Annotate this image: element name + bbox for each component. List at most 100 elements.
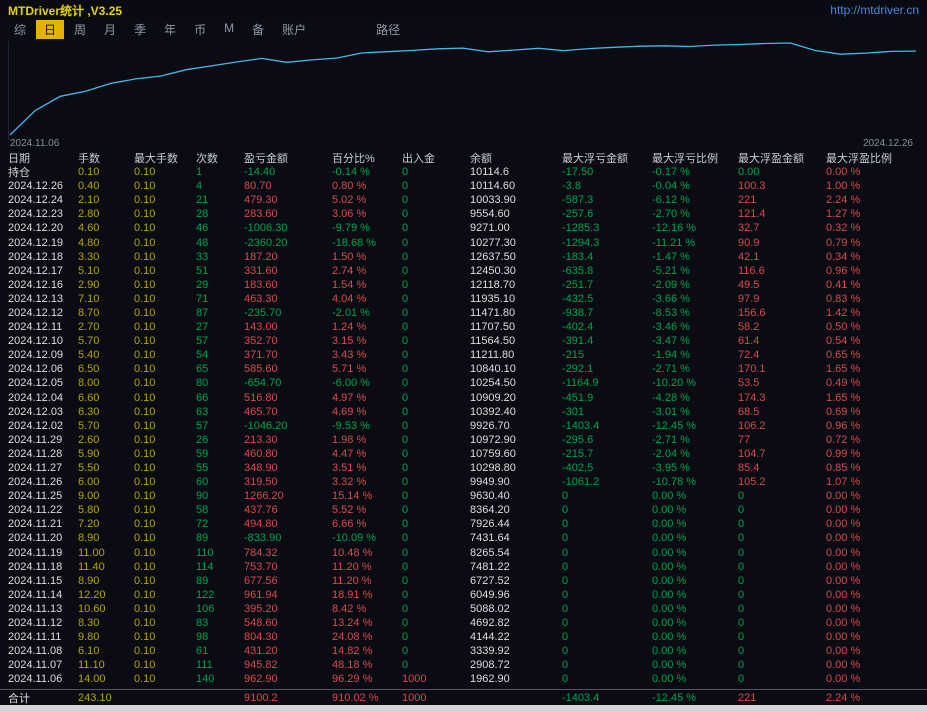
- table-row[interactable]: 2024.12.162.900.1029183.601.54 %012118.7…: [0, 278, 927, 292]
- cell-pct: 1.54 %: [332, 279, 402, 291]
- cell-pct: 1.24 %: [332, 321, 402, 333]
- cell-pct: -9.79 %: [332, 222, 402, 234]
- table-row[interactable]: 2024.11.158.900.1089677.5611.20 %06727.5…: [0, 574, 927, 588]
- cell-balance: 4144.22: [470, 631, 562, 643]
- cell-max_lots: 0.10: [134, 321, 196, 333]
- cell-max_float_profit_pct: 0.50 %: [826, 321, 927, 333]
- cell-max_float_profit: 121.4: [738, 208, 826, 220]
- table-row[interactable]: 2024.11.217.200.1072494.806.66 %07926.44…: [0, 517, 927, 531]
- table-row[interactable]: 持仓0.100.101-14.40-0.14 %010114.6-17.50-0…: [0, 165, 927, 179]
- cell-max_lots: 0.10: [134, 617, 196, 629]
- cell-pct: 3.43 %: [332, 349, 402, 361]
- cell-pnl: 945.82: [244, 659, 332, 671]
- menu-items: 综日周月季年币M备账户: [6, 20, 316, 39]
- cell-pnl: -1046.20: [244, 420, 332, 432]
- table-row[interactable]: 2024.12.036.300.1063465.704.69 %010392.4…: [0, 405, 927, 419]
- table-row[interactable]: 2024.11.0614.000.10140962.9096.29 %10001…: [0, 672, 927, 686]
- menu-item[interactable]: 年: [156, 20, 184, 39]
- menu-item[interactable]: 币: [186, 20, 214, 39]
- cell-date: 2024.12.06: [0, 363, 78, 375]
- cell-lots: 6.50: [78, 363, 134, 375]
- cell-pct: -9.53 %: [332, 420, 402, 432]
- cell-max_lots: 0.10: [134, 392, 196, 404]
- cell-balance: 8265.54: [470, 547, 562, 559]
- cell-date: 2024.11.29: [0, 434, 78, 446]
- table-row[interactable]: 2024.12.232.800.1028283.603.06 %09554.60…: [0, 207, 927, 221]
- cell-max_float_loss: 0: [562, 673, 652, 685]
- menu-item[interactable]: 综: [6, 20, 34, 39]
- table-row[interactable]: 2024.12.260.400.10480.700.80 %010114.60-…: [0, 179, 927, 193]
- cell-max_float_loss_pct: -1.94 %: [652, 349, 738, 361]
- cell-max_float_profit_pct: 0.00 %: [826, 589, 927, 601]
- table-row[interactable]: 2024.11.225.800.1058437.765.52 %08364.20…: [0, 503, 927, 517]
- menu-item[interactable]: M: [216, 20, 242, 39]
- cell-max_float_profit_pct: 0.69 %: [826, 406, 927, 418]
- cell-max_float_profit: 0: [738, 575, 826, 587]
- table-row[interactable]: 2024.12.095.400.1054371.703.43 %011211.8…: [0, 348, 927, 362]
- chart-end-date-label: 2024.12.26: [863, 138, 913, 149]
- menu-item[interactable]: 季: [126, 20, 154, 39]
- cell-balance: 11935.10: [470, 293, 562, 305]
- cell-max_float_loss: -17.50: [562, 166, 652, 178]
- cell-max_lots: 0.10: [134, 208, 196, 220]
- menu-item[interactable]: 月: [96, 20, 124, 39]
- table-row[interactable]: 2024.12.175.100.1051331.602.74 %012450.3…: [0, 264, 927, 278]
- table-row[interactable]: 2024.12.046.600.1066516.804.97 %010909.2…: [0, 391, 927, 405]
- table-row[interactable]: 2024.11.0711.100.10111945.8248.18 %02908…: [0, 658, 927, 672]
- table-row[interactable]: 2024.12.112.700.1027143.001.24 %011707.5…: [0, 320, 927, 334]
- cell-pnl: 9100.2: [244, 692, 332, 704]
- table-row[interactable]: 2024.11.266.000.1060319.503.32 %09949.90…: [0, 475, 927, 489]
- table-row[interactable]: 2024.12.128.700.1087-235.70-2.01 %011471…: [0, 306, 927, 320]
- cell-max_lots: 0.10: [134, 166, 196, 178]
- menu-item[interactable]: 周: [66, 20, 94, 39]
- table-row[interactable]: 2024.11.292.600.1026213.301.98 %010972.9…: [0, 433, 927, 447]
- cell-in_out: 0: [402, 335, 470, 347]
- cell-pct: 96.29 %: [332, 673, 402, 685]
- cell-max_float_profit: 0: [738, 617, 826, 629]
- cell-date: 2024.12.24: [0, 194, 78, 206]
- table-row[interactable]: 2024.11.119.800.1098804.3024.08 %04144.2…: [0, 630, 927, 644]
- table-row[interactable]: 2024.11.1811.400.10114753.7011.20 %07481…: [0, 560, 927, 574]
- cell-date: 2024.12.04: [0, 392, 78, 404]
- horizontal-scrollbar[interactable]: [0, 705, 927, 712]
- table-total-row[interactable]: 合计243.109100.2910.02 %1000-1403.4-12.45 …: [0, 689, 927, 705]
- table-row[interactable]: 2024.11.275.500.1055348.903.51 %010298.8…: [0, 461, 927, 475]
- table-row[interactable]: 2024.12.194.800.1048-2360.20-18.68 %0102…: [0, 235, 927, 249]
- cell-date: 2024.12.12: [0, 307, 78, 319]
- cell-times: 110: [196, 547, 244, 559]
- table-row[interactable]: 2024.12.066.500.1065585.605.71 %010840.1…: [0, 362, 927, 376]
- cell-max_float_loss: -432.5: [562, 293, 652, 305]
- table-row[interactable]: 2024.12.058.000.1080-654.70-6.00 %010254…: [0, 376, 927, 390]
- table-row[interactable]: 2024.11.1310.600.10106395.208.42 %05088.…: [0, 602, 927, 616]
- cell-max_float_loss_pct: -3.47 %: [652, 335, 738, 347]
- cell-max_float_profit: 85.4: [738, 462, 826, 474]
- table-row[interactable]: 2024.12.105.700.1057352.703.15 %011564.5…: [0, 334, 927, 348]
- cell-max_float_profit: 77: [738, 434, 826, 446]
- cell-in_out: 0: [402, 166, 470, 178]
- table-row[interactable]: 2024.11.128.300.1083548.6013.24 %04692.8…: [0, 616, 927, 630]
- cell-date: 2024.11.13: [0, 603, 78, 615]
- horizontal-scrollbar-thumb[interactable]: [0, 705, 927, 712]
- table-row[interactable]: 2024.11.1911.000.10110784.3210.48 %08265…: [0, 546, 927, 560]
- table-row[interactable]: 2024.12.204.600.1046-1006.30-9.79 %09271…: [0, 221, 927, 235]
- cell-date: 2024.12.05: [0, 377, 78, 389]
- table-row[interactable]: 2024.11.208.900.1089-833.90-10.09 %07431…: [0, 531, 927, 545]
- table-row[interactable]: 2024.11.259.000.10901266.2015.14 %09630.…: [0, 489, 927, 503]
- table-row[interactable]: 2024.11.086.100.1061431.2014.82 %03339.9…: [0, 644, 927, 658]
- cell-max_float_loss: 0: [562, 575, 652, 587]
- menu-item[interactable]: 备: [244, 20, 272, 39]
- table-row[interactable]: 2024.12.242.100.1021479.305.02 %010033.9…: [0, 193, 927, 207]
- cell-max_lots: 0.10: [134, 603, 196, 615]
- menu-item[interactable]: 账户: [274, 20, 314, 39]
- table-row[interactable]: 2024.12.025.700.1057-1046.20-9.53 %09926…: [0, 419, 927, 433]
- table-row[interactable]: 2024.11.285.900.1059460.804.47 %010759.6…: [0, 447, 927, 461]
- table-row[interactable]: 2024.11.1412.200.10122961.9418.91 %06049…: [0, 588, 927, 602]
- cell-max_float_loss_pct: -11.21 %: [652, 237, 738, 249]
- table-row[interactable]: 2024.12.137.100.1071463.304.04 %011935.1…: [0, 292, 927, 306]
- table-row[interactable]: 2024.12.183.300.1033187.201.50 %012637.5…: [0, 250, 927, 264]
- cell-balance: 10972.90: [470, 434, 562, 446]
- menu-item[interactable]: 日: [36, 20, 64, 39]
- app-url-link[interactable]: http://mtdriver.cn: [830, 3, 919, 17]
- cell-pnl: 548.60: [244, 617, 332, 629]
- menu-item-path[interactable]: 路径: [368, 20, 408, 39]
